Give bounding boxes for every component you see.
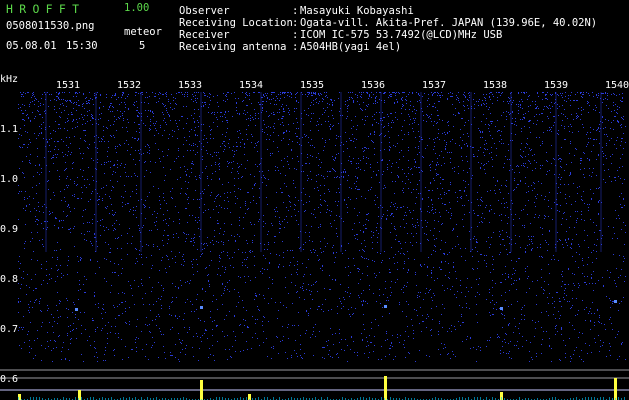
noise-streak bbox=[140, 92, 142, 252]
time-tick: 1531 bbox=[56, 80, 81, 91]
noise-streak bbox=[95, 92, 97, 252]
antenna-value: A504HB(yagi 4el) bbox=[300, 41, 402, 53]
observer-value: Masayuki Kobayashi bbox=[300, 5, 414, 17]
receiver-sep: : bbox=[292, 29, 299, 41]
time-tick: 1534 bbox=[239, 80, 264, 91]
app-version: 1.00 bbox=[124, 2, 150, 14]
noise-streak bbox=[300, 92, 302, 252]
noise-streak bbox=[510, 92, 512, 252]
time-tick: 1539 bbox=[544, 80, 569, 91]
time-tick: 1532 bbox=[117, 80, 142, 91]
time-tick: 1536 bbox=[361, 80, 386, 91]
noise-streak bbox=[380, 92, 382, 252]
meteor-echo bbox=[75, 308, 78, 311]
freq-tick: 1.0 bbox=[0, 174, 19, 185]
observer-sep: : bbox=[292, 5, 299, 17]
receiver-value: ICOM IC-575 53.7492(@LCD)MHz USB bbox=[300, 29, 503, 41]
freq-tick: 0.7 bbox=[0, 324, 19, 335]
location-sep: : bbox=[292, 17, 299, 29]
file-date: 05.08.01 bbox=[6, 40, 57, 52]
time-tick: 1538 bbox=[483, 80, 508, 91]
meteor-echo bbox=[500, 307, 503, 310]
noise-streak bbox=[340, 92, 342, 252]
antenna-sep: : bbox=[292, 41, 299, 53]
receiver-label: Receiver bbox=[179, 29, 230, 41]
freq-tick: 0.8 bbox=[0, 274, 19, 285]
time-tick: 1533 bbox=[178, 80, 203, 91]
noise-streak bbox=[555, 92, 557, 252]
freq-tick: 0.6 bbox=[0, 374, 19, 385]
noise-streak bbox=[200, 92, 202, 252]
waveform-spike bbox=[614, 378, 617, 400]
noise-dots bbox=[18, 92, 626, 362]
file-name: 0508011530.png bbox=[6, 20, 95, 32]
location-value: Ogata-vill. Akita-Pref. JAPAN (139.96E, … bbox=[300, 17, 598, 29]
meteor-label: meteor bbox=[124, 26, 162, 38]
app-logo: HROFFT bbox=[6, 2, 86, 16]
time-tick: 1537 bbox=[422, 80, 447, 91]
waveform-spike bbox=[384, 376, 387, 400]
freq-tick: 1.1 bbox=[0, 124, 19, 135]
meteor-count: 5 bbox=[139, 40, 146, 52]
time-tick: 1535 bbox=[300, 80, 325, 91]
noise-streak bbox=[600, 92, 602, 252]
waveform-spike bbox=[200, 380, 203, 400]
antenna-label: Receiving antenna bbox=[179, 41, 287, 53]
noise-streak bbox=[420, 92, 422, 252]
noise-streak bbox=[45, 92, 47, 252]
meteor-echo bbox=[200, 306, 203, 309]
meteor-echo bbox=[614, 300, 617, 303]
freq-tick: 0.9 bbox=[0, 224, 19, 235]
observer-label: Observer bbox=[179, 5, 230, 17]
spectrogram bbox=[0, 92, 629, 400]
noise-streak bbox=[470, 92, 472, 252]
file-time: 15:30 bbox=[66, 40, 98, 52]
time-tick: 1540 bbox=[605, 80, 629, 91]
time-axis: 1531 1532 1533 1534 1535 1536 1537 1538 … bbox=[0, 80, 629, 92]
location-label: Receiving Location bbox=[179, 17, 293, 29]
meteor-echo bbox=[384, 305, 387, 308]
noise-streak bbox=[260, 92, 262, 252]
